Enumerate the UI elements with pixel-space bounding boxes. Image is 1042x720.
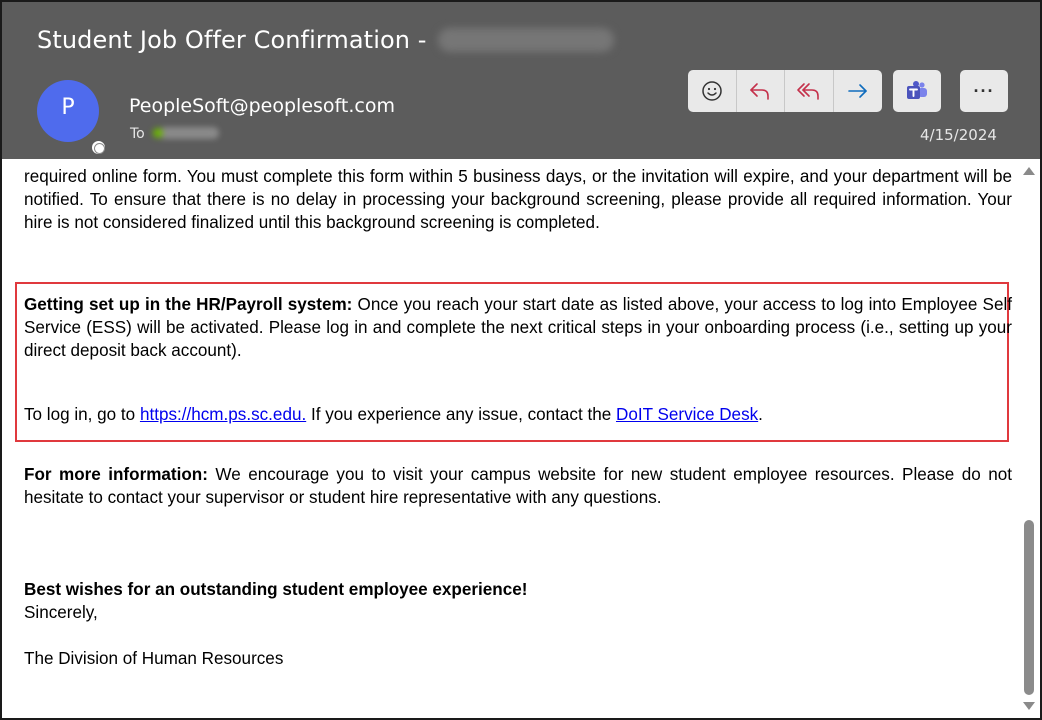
hr-payroll-paragraph: Getting set up in the HR/Payroll system:… [24, 293, 1012, 362]
forward-button[interactable] [834, 70, 883, 112]
reply-icon [750, 83, 770, 100]
reply-all-icon [796, 83, 819, 100]
service-desk-link[interactable]: DoIT Service Desk [616, 405, 758, 424]
presence-status-icon [90, 139, 107, 156]
teams-icon [907, 81, 927, 99]
more-icon: ··· [973, 80, 995, 101]
recipient-line: To [130, 126, 219, 142]
info-heading: For more information: [24, 465, 208, 484]
reply-button[interactable] [737, 70, 785, 112]
avatar-initial: P [61, 95, 75, 120]
login-prefix: To log in, go to [24, 405, 140, 424]
scrollbar-thumb[interactable] [1024, 520, 1034, 695]
scroll-down-arrow-icon[interactable] [1023, 702, 1035, 710]
more-options-button[interactable]: ··· [960, 70, 1008, 112]
sent-date: 4/15/2024 [920, 126, 997, 144]
avatar[interactable]: P [37, 80, 99, 142]
sincerely-text: Sincerely, [24, 603, 98, 622]
login-suffix: . [758, 405, 763, 424]
wishes-text: Best wishes for an outstanding student e… [24, 580, 528, 599]
reply-all-button[interactable] [785, 70, 834, 112]
signature-text: The Division of Human Resources [24, 649, 284, 668]
react-button[interactable] [688, 70, 737, 112]
login-paragraph: To log in, go to https://hcm.ps.sc.edu. … [24, 403, 1012, 426]
emoji-icon [702, 81, 722, 101]
scroll-up-arrow-icon[interactable] [1023, 167, 1035, 175]
email-body: required online form. You must complete … [2, 159, 1018, 718]
login-middle: If you experience any issue, contact the [306, 405, 616, 424]
subject-text: Student Job Offer Confirmation - [37, 26, 435, 54]
closing-block: Best wishes for an outstanding student e… [24, 578, 1012, 670]
more-info-paragraph: For more information: We encourage you t… [24, 463, 1012, 509]
sender-address[interactable]: PeopleSoft@peoplesoft.com [129, 95, 395, 117]
to-label: To [130, 126, 145, 142]
email-header: Student Job Offer Confirmation - P Peopl… [2, 2, 1040, 159]
teams-button[interactable] [893, 70, 941, 112]
email-subject: Student Job Offer Confirmation - [37, 26, 615, 54]
redacted-recipient[interactable] [158, 127, 219, 139]
hcm-link[interactable]: https://hcm.ps.sc.edu. [140, 405, 306, 424]
background-check-paragraph: required online form. You must complete … [24, 165, 1012, 234]
forward-icon [847, 84, 867, 98]
email-window: Student Job Offer Confirmation - P Peopl… [0, 0, 1042, 720]
message-actions [688, 70, 882, 112]
hr-heading: Getting set up in the HR/Payroll system: [24, 295, 353, 314]
paragraph-text: required online form. You must complete … [24, 167, 1012, 232]
redacted-name [438, 28, 615, 52]
